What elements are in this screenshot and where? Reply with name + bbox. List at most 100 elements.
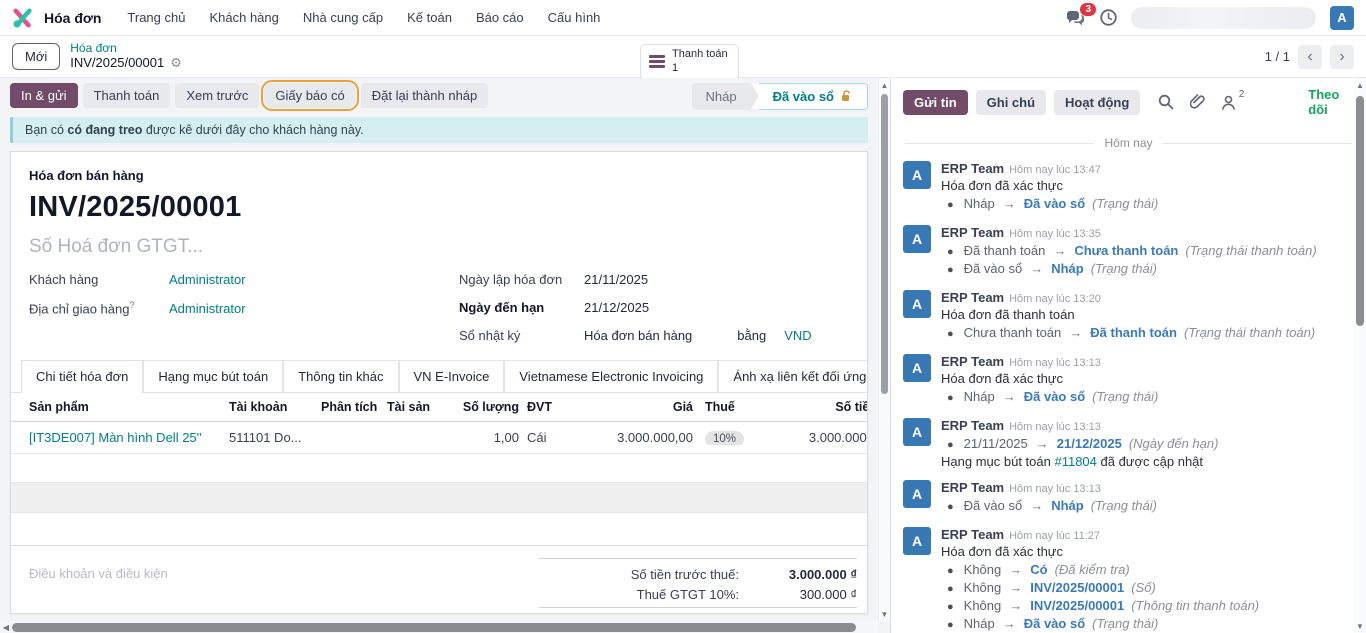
tracking-change: ●Nháp→Đã vào sổ(Trạng thái) [947, 616, 1352, 631]
messages-badge: 3 [1080, 3, 1096, 16]
lines-table-header: Sản phẩmTài khoảnPhân tíchTài sảnSố lượn… [11, 393, 867, 422]
price-cell[interactable]: 3.000.000,00 [571, 430, 693, 445]
scroll-left-icon[interactable]: ◀ [0, 623, 12, 632]
search-icon[interactable] [1158, 94, 1174, 110]
action-button-1[interactable]: Thanh toán [83, 83, 171, 108]
column-header-6[interactable]: Giá [571, 400, 693, 414]
field-value[interactable]: Administrator [169, 272, 246, 287]
tab-4[interactable]: Vietnamese Electronic Invoicing [504, 360, 718, 392]
messages-icon[interactable]: 3 [1066, 10, 1086, 26]
table-row[interactable]: [IT3DE007] Màn hình Dell 25''511101 Do..… [11, 422, 867, 454]
activities-button[interactable]: Hoạt động [1054, 90, 1140, 115]
menu-item-1[interactable]: Khách hàng [199, 4, 288, 31]
scroll-down-icon[interactable]: ▼ [881, 607, 889, 621]
app-logo-icon [12, 8, 34, 28]
vat-number-placeholder[interactable]: Số Hoá đơn GTGT... [29, 236, 849, 258]
menu-item-5[interactable]: Cấu hình [538, 4, 611, 31]
message-avatar[interactable]: A [903, 480, 931, 508]
column-header-2[interactable]: Phân tích [321, 400, 387, 414]
menu-item-4[interactable]: Báo cáo [466, 4, 534, 31]
message-author[interactable]: ERP Team [941, 225, 1004, 240]
message-author[interactable]: ERP Team [941, 354, 1004, 369]
column-header-1[interactable]: Tài khoản [229, 400, 321, 414]
tracking-change: ●21/11/2025→21/12/2025(Ngày đến hạn) [947, 436, 1352, 451]
old-value: Nháp [964, 616, 995, 631]
field-value[interactable]: 21/11/2025 [584, 272, 648, 287]
message-avatar[interactable]: A [903, 418, 931, 446]
message-author[interactable]: ERP Team [941, 290, 1004, 305]
tab-1[interactable]: Hạng mục bút toán [143, 360, 283, 392]
message-author[interactable]: ERP Team [941, 161, 1004, 176]
user-avatar[interactable]: A [1330, 6, 1354, 30]
message-author[interactable]: ERP Team [941, 480, 1004, 495]
product-cell[interactable]: [IT3DE007] Màn hình Dell 25'' [29, 430, 229, 445]
bullet-icon: ● [947, 565, 954, 577]
main-horizontal-scrollbar[interactable]: ◀ [0, 621, 878, 633]
terms-placeholder[interactable]: Điều khoản và điều kiện [29, 558, 168, 614]
menu-item-3[interactable]: Kế toán [397, 4, 462, 31]
action-button-0[interactable]: In & gửi [10, 83, 78, 108]
pager-next-button[interactable]: › [1330, 45, 1354, 69]
column-header-5[interactable]: ĐVT [519, 400, 571, 414]
log-note-button[interactable]: Ghi chú [976, 90, 1046, 115]
breadcrumb-current: INV/2025/00001 [70, 56, 164, 71]
old-value: Chưa thanh toán [964, 325, 1062, 340]
follow-button[interactable]: Theo dõi [1308, 87, 1354, 117]
field-value[interactable]: 21/12/2025 [584, 300, 649, 315]
main-vertical-scrollbar[interactable]: ▲ ▼ [878, 78, 890, 621]
arrow-icon: → [1003, 616, 1016, 631]
company-name-redacted[interactable] [1131, 7, 1316, 29]
tab-2[interactable]: Thông tin khác [283, 360, 398, 392]
scroll-down-icon[interactable]: ▼ [1356, 619, 1364, 633]
tab-3[interactable]: VN E-Invoice [399, 360, 505, 392]
quantity-cell[interactable]: 1,00 [449, 430, 519, 445]
message-avatar[interactable]: A [903, 161, 931, 189]
field-label: Sổ nhật ký [459, 328, 584, 343]
tax-cell[interactable]: 10% [693, 430, 759, 445]
status-step-0[interactable]: Nháp [692, 83, 751, 110]
scroll-up-icon[interactable]: ▲ [881, 78, 889, 92]
message-avatar[interactable]: A [903, 290, 931, 318]
message-author[interactable]: ERP Team [941, 527, 1004, 542]
field-value[interactable]: Administrator [169, 301, 246, 316]
column-header-8[interactable]: Số tiền [759, 400, 868, 414]
menu-item-0[interactable]: Trang chủ [117, 4, 195, 31]
message-author[interactable]: ERP Team [941, 418, 1004, 433]
payments-stat-button[interactable]: Thanh toán 1 [640, 44, 739, 80]
breadcrumb-parent[interactable]: Hóa đơn [70, 42, 182, 56]
column-header-4[interactable]: Số lượng [449, 400, 519, 414]
chatter-vertical-scrollbar[interactable]: ▲ ▼ [1354, 78, 1366, 633]
new-button[interactable]: Mới [12, 43, 60, 70]
action-button-2[interactable]: Xem trước [175, 83, 259, 108]
journal-item-link[interactable]: #11804 [1054, 454, 1096, 469]
message-avatar[interactable]: A [903, 527, 931, 555]
message-list: AERP TeamHôm nay lúc 13:47Hóa đơn đã xác… [891, 154, 1366, 633]
message-avatar[interactable]: A [903, 354, 931, 382]
pager-previous-button[interactable]: ‹ [1298, 45, 1322, 69]
activity-clock-icon[interactable] [1100, 9, 1117, 26]
gear-icon[interactable]: ⚙ [170, 56, 182, 71]
send-message-button[interactable]: Gửi tin [903, 90, 968, 115]
account-cell[interactable]: 511101 Do... [229, 430, 321, 445]
column-header-3[interactable]: Tài sản [387, 400, 449, 414]
action-button-4[interactable]: Đặt lại thành nháp [361, 83, 489, 108]
action-button-3[interactable]: Giấy báo có [264, 83, 355, 108]
tab-0[interactable]: Chi tiết hóa đơn [21, 360, 143, 392]
tab-5[interactable]: Ánh xạ liên kết đối ứng [718, 360, 868, 392]
column-header-7[interactable]: Thuế [693, 400, 759, 414]
followers-icon[interactable]: 2 [1221, 95, 1236, 110]
column-header-0[interactable]: Sản phẩm [29, 400, 229, 414]
message-body: ERP TeamHôm nay lúc 13:20Hóa đơn đã than… [941, 290, 1352, 343]
attachments-icon[interactable] [1190, 94, 1205, 110]
message-avatar[interactable]: A [903, 225, 931, 253]
uom-cell[interactable]: Cái [519, 430, 571, 445]
invoice-form-sheet: Hóa đơn bán hàng INV/2025/00001 Số Hoá đ… [10, 151, 868, 614]
app-name[interactable]: Hóa đơn [44, 10, 101, 26]
status-step-1[interactable]: Đã vào sổ [759, 83, 868, 110]
field-value[interactable]: Hóa đơn bán hàng [584, 328, 692, 343]
scroll-up-icon[interactable]: ▲ [1356, 78, 1364, 92]
tracking-change: ●Không→Có(Đã kiểm tra) [947, 562, 1352, 577]
empty-line[interactable] [11, 454, 867, 483]
menu-item-2[interactable]: Nhà cung cấp [293, 4, 393, 31]
currency-link[interactable]: VND [784, 328, 811, 343]
